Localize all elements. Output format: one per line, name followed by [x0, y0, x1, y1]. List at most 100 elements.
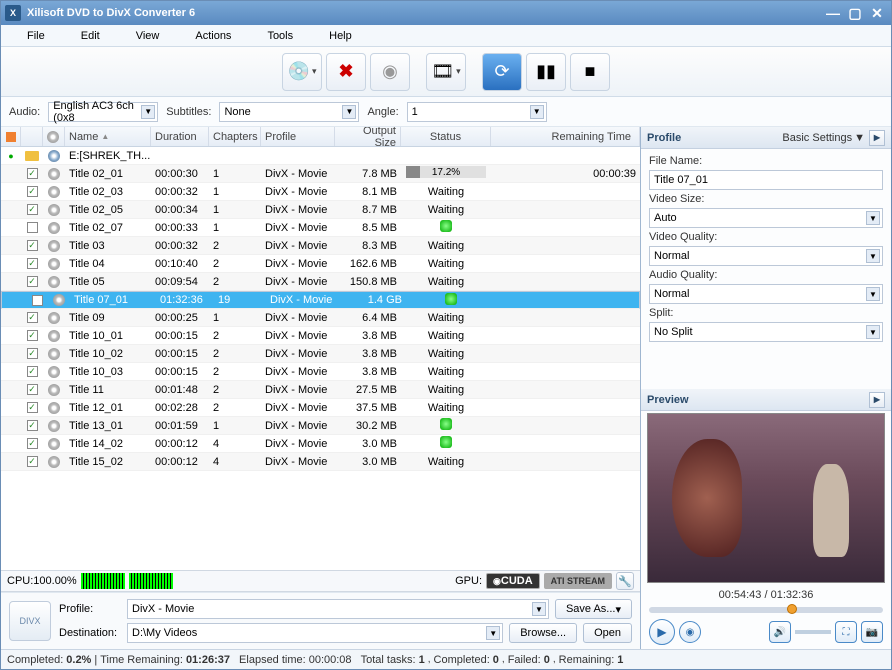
table-row[interactable]: ✓Title 02_0100:00:301DivX - Movie7.8 MB1…: [1, 165, 640, 183]
menu-view[interactable]: View: [118, 28, 178, 44]
dropdown-arrow-icon[interactable]: ▼: [486, 626, 500, 640]
videosize-select[interactable]: Auto▼: [649, 208, 883, 228]
minimize-button[interactable]: —: [823, 5, 843, 21]
dropdown-arrow-icon[interactable]: ▼: [866, 211, 880, 225]
destination-select[interactable]: D:\My Videos▼: [127, 623, 503, 643]
col-duration[interactable]: Duration: [151, 127, 209, 146]
subtitles-select[interactable]: None▼: [219, 102, 359, 122]
profile-thumb-icon: DIVX: [9, 601, 51, 641]
preview-seek-slider[interactable]: [649, 607, 883, 613]
table-row[interactable]: ✓Title 14_0200:00:124DivX - Movie3.0 MB: [1, 435, 640, 453]
row-checkbox[interactable]: ✓: [27, 438, 38, 449]
filename-input[interactable]: [649, 170, 883, 190]
row-checkbox[interactable]: ✓: [27, 204, 38, 215]
preview-controls: ▶ ◉ 🔊 ⛶ 📷: [641, 615, 891, 649]
menu-tools[interactable]: Tools: [249, 28, 311, 44]
menu-edit[interactable]: Edit: [63, 28, 118, 44]
col-name[interactable]: Name▲: [65, 127, 151, 146]
row-checkbox[interactable]: ✓: [27, 366, 38, 377]
row-checkbox[interactable]: ✓: [27, 384, 38, 395]
preview-video[interactable]: [647, 413, 885, 583]
row-checkbox[interactable]: ✓: [27, 276, 38, 287]
row-checkbox[interactable]: [32, 295, 43, 306]
row-checkbox[interactable]: ✓: [27, 168, 38, 179]
table-row[interactable]: ✓Title 0900:00:251DivX - Movie6.4 MBWait…: [1, 309, 640, 327]
col-icon[interactable]: [43, 127, 65, 146]
row-checkbox[interactable]: ✓: [27, 330, 38, 341]
row-checkbox[interactable]: ✓: [27, 258, 38, 269]
table-row[interactable]: ✓Title 10_0100:00:152DivX - Movie3.8 MBW…: [1, 327, 640, 345]
mute-button[interactable]: 🔊: [769, 621, 791, 643]
menu-actions[interactable]: Actions: [177, 28, 249, 44]
row-checkbox[interactable]: ✓: [27, 240, 38, 251]
table-row[interactable]: ✓Title 15_0200:00:124DivX - Movie3.0 MBW…: [1, 453, 640, 471]
info-button[interactable]: ◉: [370, 53, 410, 91]
row-checkbox[interactable]: ✓: [27, 402, 38, 413]
table-row[interactable]: ✓Title 10_0300:00:152DivX - Movie3.8 MBW…: [1, 363, 640, 381]
preview-toggle-button[interactable]: ▶: [869, 392, 885, 408]
dropdown-arrow-icon[interactable]: ▼: [141, 105, 155, 119]
profile-select[interactable]: DivX - Movie▼: [127, 599, 549, 619]
videoquality-select[interactable]: Normal▼: [649, 246, 883, 266]
row-checkbox[interactable]: ✓: [27, 312, 38, 323]
table-row[interactable]: ✓Title 13_0100:01:591DivX - Movie30.2 MB: [1, 417, 640, 435]
row-checkbox[interactable]: ✓: [27, 186, 38, 197]
videoquality-label: Video Quality:: [649, 231, 883, 243]
col-expand[interactable]: [1, 127, 21, 146]
open-button[interactable]: Open: [583, 623, 632, 643]
dropdown-arrow-icon[interactable]: ▼: [530, 105, 544, 119]
snapshot-button[interactable]: 📷: [861, 621, 883, 643]
col-profile[interactable]: Profile: [261, 127, 335, 146]
volume-slider[interactable]: [795, 630, 831, 634]
table-row[interactable]: ✓Title 02_0500:00:341DivX - Movie8.7 MBW…: [1, 201, 640, 219]
disc-row[interactable]: ●E:[SHREK_TH...: [1, 147, 640, 165]
dropdown-arrow-icon[interactable]: ▼: [866, 249, 880, 263]
col-remaining[interactable]: Remaining Time: [491, 127, 640, 146]
fullscreen-button[interactable]: ⛶: [835, 621, 857, 643]
col-chapters[interactable]: Chapters: [209, 127, 261, 146]
menu-file[interactable]: File: [9, 28, 63, 44]
table-row[interactable]: Title 02_0700:00:331DivX - Movie8.5 MB: [1, 219, 640, 237]
dropdown-arrow-icon[interactable]: ▼: [532, 602, 546, 616]
delete-button[interactable]: ✖: [326, 53, 366, 91]
pause-button[interactable]: ▮▮: [526, 53, 566, 91]
play-button[interactable]: ▶: [649, 619, 675, 645]
stop-button[interactable]: ■: [570, 53, 610, 91]
seek-knob[interactable]: [787, 604, 797, 614]
clip-button[interactable]: 🎞: [426, 53, 466, 91]
split-select[interactable]: No Split▼: [649, 322, 883, 342]
row-checkbox[interactable]: [27, 222, 38, 233]
table-row[interactable]: Title 07_0101:32:3619DivX - Movie1.4 GB: [1, 291, 640, 309]
convert-button[interactable]: ⟳: [482, 53, 522, 91]
angle-select[interactable]: 1▼: [407, 102, 547, 122]
stop-preview-button[interactable]: ◉: [679, 621, 701, 643]
audioquality-select[interactable]: Normal▼: [649, 284, 883, 304]
settings-mode-dropdown[interactable]: Basic Settings ▼: [782, 132, 865, 144]
table-row[interactable]: ✓Title 10_0200:00:152DivX - Movie3.8 MBW…: [1, 345, 640, 363]
add-disc-button[interactable]: 💿: [282, 53, 322, 91]
disc-icon: [48, 330, 60, 342]
browse-button[interactable]: Browse...: [509, 623, 577, 643]
table-row[interactable]: ✓Title 0300:00:322DivX - Movie8.3 MBWait…: [1, 237, 640, 255]
maximize-button[interactable]: ▢: [845, 5, 865, 21]
col-output-size[interactable]: Output Size: [335, 127, 401, 146]
table-row[interactable]: ✓Title 1100:01:482DivX - Movie27.5 MBWai…: [1, 381, 640, 399]
table-row[interactable]: ✓Title 12_0100:02:282DivX - Movie37.5 MB…: [1, 399, 640, 417]
table-row[interactable]: ✓Title 0500:09:542DivX - Movie150.8 MBWa…: [1, 273, 640, 291]
close-button[interactable]: ✕: [867, 5, 887, 21]
table-row[interactable]: ✓Title 0400:10:402DivX - Movie162.6 MBWa…: [1, 255, 640, 273]
dropdown-arrow-icon[interactable]: ▼: [866, 287, 880, 301]
col-check[interactable]: [21, 127, 43, 146]
menu-help[interactable]: Help: [311, 28, 370, 44]
panel-toggle-button[interactable]: ▶: [869, 130, 885, 146]
settings-button[interactable]: 🔧: [616, 572, 634, 590]
dropdown-arrow-icon[interactable]: ▼: [866, 325, 880, 339]
audio-select[interactable]: English AC3 6ch (0x8▼: [48, 102, 158, 122]
row-checkbox[interactable]: ✓: [27, 420, 38, 431]
row-checkbox[interactable]: ✓: [27, 456, 38, 467]
save-as-button[interactable]: Save As... ▾: [555, 599, 632, 619]
row-checkbox[interactable]: ✓: [27, 348, 38, 359]
table-row[interactable]: ✓Title 02_0300:00:321DivX - Movie8.1 MBW…: [1, 183, 640, 201]
col-status[interactable]: Status: [401, 127, 491, 146]
dropdown-arrow-icon[interactable]: ▼: [342, 105, 356, 119]
